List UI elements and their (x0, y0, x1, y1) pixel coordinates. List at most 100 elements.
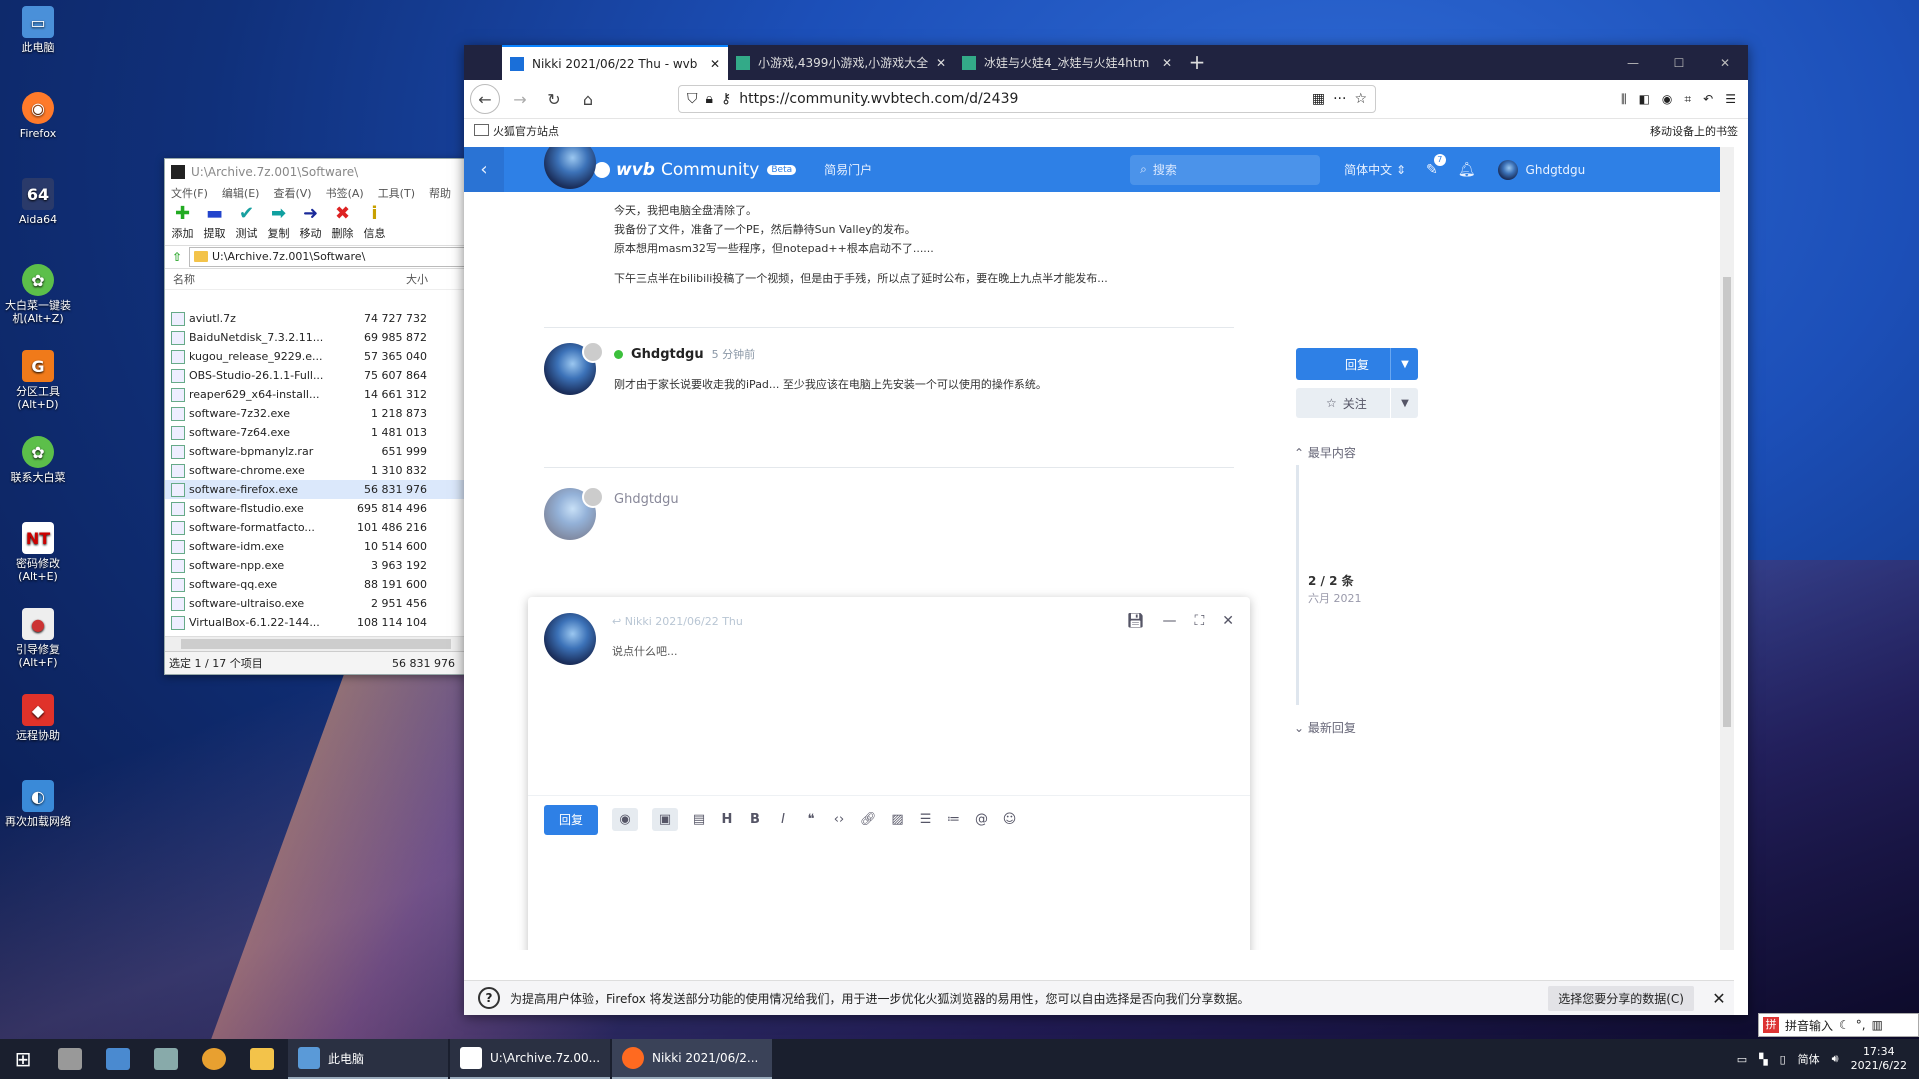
pinned-keyboard-tool[interactable] (142, 1039, 190, 1079)
mention-icon[interactable]: @ (975, 812, 989, 827)
desktop-icon-remote[interactable]: ◆ 远程协助 (0, 694, 76, 742)
ime-logo-icon[interactable]: 拼 (1763, 1017, 1779, 1033)
screenshot-icon[interactable]: ⌗ (1684, 92, 1691, 107)
network-tray-icon[interactable]: ▭ (1737, 1053, 1747, 1066)
menu-icon[interactable]: ☰ (1725, 92, 1736, 107)
page-actions-icon[interactable]: ··· (1333, 91, 1346, 107)
scrubber-track[interactable] (1296, 465, 1299, 705)
usb-tray-icon[interactable]: ▯ (1780, 1053, 1786, 1066)
follow-dropdown-icon[interactable]: ▼ (1390, 388, 1419, 418)
minimize-icon[interactable]: — (1610, 56, 1656, 70)
file-row[interactable]: VirtualBox-6.1.22-144... 108 114 104 (165, 613, 465, 632)
minimize-composer-icon[interactable]: — (1162, 613, 1176, 629)
qr-code-icon[interactable]: ▦ (1312, 91, 1325, 107)
post-time[interactable]: 5 分钟前 (712, 346, 756, 362)
undo-close-icon[interactable]: ↶ (1703, 92, 1713, 107)
ime-punct-icon[interactable]: °, (1856, 1018, 1866, 1032)
attach-file-icon[interactable]: ▤ (692, 812, 706, 827)
file-row[interactable]: software-firefox.exe 56 831 976 (165, 480, 465, 499)
tool-button-4[interactable]: ➜ 移动 (297, 203, 324, 245)
tool-button-5[interactable]: ✖ 删除 (329, 203, 356, 245)
preview-eye-icon[interactable]: ◉ (612, 808, 638, 831)
tool-button-6[interactable]: i 信息 (361, 203, 388, 245)
file-row[interactable]: OBS-Studio-26.1.1-Full... 75 607 864 (165, 366, 465, 385)
menu-tools[interactable]: 工具(T) (378, 185, 415, 203)
file-row[interactable]: software-chrome.exe 1 310 832 (165, 461, 465, 480)
library-icon[interactable]: ⫼ (1621, 92, 1627, 107)
close-tab-icon[interactable]: ✕ (710, 57, 720, 71)
close-composer-icon[interactable]: ✕ (1222, 613, 1234, 629)
tool-button-1[interactable]: ▬ 提取 (201, 203, 228, 245)
desktop-icon-firefox[interactable]: ◉ Firefox (0, 92, 76, 140)
image-icon[interactable]: ▨ (891, 812, 905, 827)
mobile-bookmarks[interactable]: 移动设备上的书签 (1650, 123, 1738, 139)
save-draft-icon[interactable]: 💾︎ (1127, 613, 1145, 629)
tool-button-2[interactable]: ✔ 测试 (233, 203, 260, 245)
scrubber-latest[interactable]: ⌄ 最新回复 (1294, 719, 1356, 736)
url-bar[interactable]: ⛉ 🔒︎ ⚷ https://community.wvbtech.com/d/2… (678, 85, 1376, 113)
composer-reply-button[interactable]: 回复 (544, 804, 598, 835)
file-row[interactable]: software-npp.exe 3 963 192 (165, 556, 465, 575)
taskbar-archive[interactable]: U:\Archive.7z.00... (450, 1039, 610, 1079)
file-row[interactable]: kugou_release_9229.e... 57 365 040 (165, 347, 465, 366)
url-text[interactable]: https://community.wvbtech.com/d/2439 (739, 91, 1304, 107)
pinned-drive-tool[interactable] (46, 1039, 94, 1079)
file-row[interactable]: software-7z64.exe 1 481 013 (165, 423, 465, 442)
bullet-list-icon[interactable]: ☰ (919, 812, 933, 827)
ime-moon-icon[interactable]: ☾ (1839, 1018, 1850, 1032)
desktop-icon-contact[interactable]: ✿ 联系大白菜 (0, 436, 76, 484)
scrollbar-thumb[interactable] (181, 639, 451, 649)
close-icon[interactable]: ✕ (1702, 56, 1748, 70)
desktop-icon-dabaicai-install[interactable]: ✿ 大白菜一键装机(Alt+Z) (0, 264, 76, 325)
desktop-icon-boot-repair[interactable]: ● 引导修复(Alt+F) (0, 608, 76, 669)
post-author[interactable]: Ghdgtdgu (631, 347, 704, 362)
menu-edit[interactable]: 编辑(E) (222, 185, 260, 203)
file-row[interactable]: software-idm.exe 10 514 600 (165, 537, 465, 556)
taskbar-this-pc[interactable]: 此电脑 (288, 1039, 448, 1079)
desktop-icon-partition-tool[interactable]: G 分区工具(Alt+D) (0, 350, 76, 411)
post-avatar[interactable] (544, 147, 596, 189)
desktop-icon-password[interactable]: NT 密码修改(Alt+E) (0, 522, 76, 583)
pinned-search-tool[interactable] (190, 1039, 238, 1079)
new-tab-button[interactable]: + (1180, 45, 1214, 80)
heading-icon[interactable]: H (720, 812, 734, 827)
numbered-list-icon[interactable]: ≔ (947, 812, 961, 827)
tab-4399[interactable]: 小游戏,4399小游戏,小游戏大全 ✕ (728, 45, 954, 80)
close-notification-icon[interactable]: ✕ (1704, 989, 1734, 1008)
column-name[interactable]: 名称 (165, 271, 328, 287)
file-row[interactable]: BaiduNetdisk_7.3.2.11... 69 985 872 (165, 328, 465, 347)
bell-icon[interactable]: 🔔︎ (1458, 162, 1476, 178)
home-icon[interactable]: ⌂ (574, 85, 602, 113)
close-tab-icon[interactable]: ✕ (936, 56, 946, 70)
lock-icon[interactable]: 🔒︎ (706, 91, 713, 107)
file-row[interactable]: software-flstudio.exe 695 814 496 (165, 499, 465, 518)
choose-data-button[interactable]: 选择您要分享的数据(C) (1548, 985, 1694, 1011)
desktop-icon-reload-network[interactable]: ◐ 再次加载网络 (0, 780, 76, 828)
close-tab-icon[interactable]: ✕ (1162, 56, 1172, 70)
post-author[interactable]: Ghdgtdgu (614, 492, 679, 507)
column-size[interactable]: 大小 (328, 271, 428, 287)
volume-icon[interactable]: 🔊︎ (1832, 1052, 1839, 1066)
start-windows-icon[interactable]: ⊞ (0, 1047, 46, 1071)
maximize-icon[interactable]: ☐ (1656, 56, 1702, 70)
file-row[interactable]: software-bpmanylz.rar 651 999 (165, 442, 465, 461)
image-upload-icon[interactable]: ▣ (652, 808, 678, 831)
code-icon[interactable]: ‹› (832, 812, 846, 827)
emoji-icon[interactable]: ☺ (1003, 812, 1017, 827)
archive-path-field[interactable]: U:\Archive.7z.001\Software\ (189, 247, 465, 267)
reply-dropdown-icon[interactable]: ▼ (1390, 348, 1419, 380)
shield-icon[interactable]: ⛉ (687, 91, 698, 107)
menu-view[interactable]: 查看(V) (273, 185, 311, 203)
file-row[interactable]: software-formatfacto... 101 486 216 (165, 518, 465, 537)
page-scrollbar-thumb[interactable] (1723, 277, 1731, 727)
tab-nikki[interactable]: Nikki 2021/06/22 Thu - wvb ✕ (502, 45, 728, 80)
tool-button-3[interactable]: ➡ 复制 (265, 203, 292, 245)
taskbar-firefox[interactable]: Nikki 2021/06/2... (612, 1039, 772, 1079)
menu-help[interactable]: 帮助 (429, 185, 451, 203)
color-tray-icon[interactable]: ▚ (1759, 1053, 1767, 1066)
input-language[interactable]: 简体 (1798, 1051, 1820, 1067)
horizontal-scrollbar[interactable] (165, 636, 465, 651)
menu-file[interactable]: 文件(F) (171, 185, 208, 203)
file-row[interactable]: reaper629_x64-install... 14 661 312 (165, 385, 465, 404)
composer-textarea[interactable]: 说点什么吧... (612, 643, 678, 659)
